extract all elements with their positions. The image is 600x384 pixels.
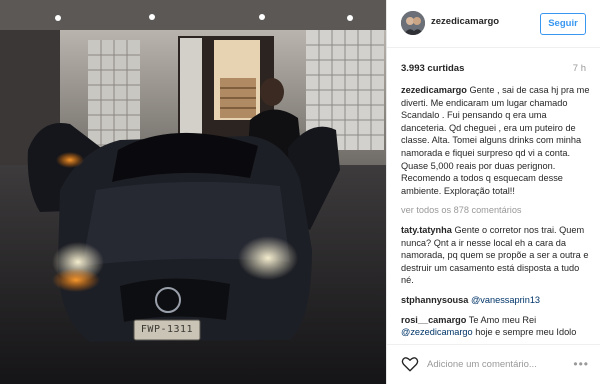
post-photo[interactable]: FWP-1311 — [0, 0, 386, 384]
heart-icon[interactable] — [401, 355, 419, 373]
comment-username[interactable]: stphannysousa — [401, 295, 468, 305]
follow-button[interactable]: Seguir — [540, 13, 586, 35]
comment-item: taty.tatynha Gente o corretor nos trai. … — [401, 224, 591, 287]
comment-username[interactable]: zezedicamargo — [401, 85, 467, 95]
comment-username[interactable]: taty.tatynha — [401, 225, 452, 235]
comment-username[interactable]: rosi__camargo — [401, 315, 466, 325]
comment-item: stphannysousa @vanessaprin13 — [401, 294, 591, 307]
comment-footer: ••• — [387, 344, 600, 384]
post-side-panel: zezedicamargo Seguir 3.993 curtidas 7 h … — [386, 0, 600, 384]
comment-input[interactable] — [427, 357, 567, 371]
avatar-image — [401, 11, 425, 35]
post-age: 7 h — [572, 63, 586, 74]
license-plate: FWP-1311 — [140, 324, 194, 335]
comment-item: rosi__camargo Te Amo meu Rei @zezedicama… — [401, 314, 591, 339]
comment-text: Gente , sai de casa hj pra me diverti. M… — [401, 85, 590, 196]
view-all-comments-link[interactable]: ver todos os 878 comentários — [401, 204, 591, 217]
likes-count[interactable]: 3.993 curtidas — [401, 63, 464, 74]
post-header: zezedicamargo Seguir — [387, 0, 600, 48]
comment-mention[interactable]: @vanessaprin13 — [471, 295, 540, 305]
more-options-icon[interactable]: ••• — [573, 357, 589, 371]
post-username[interactable]: zezedicamargo — [431, 16, 499, 27]
comment-mention[interactable]: @zezedicamargo — [401, 327, 473, 337]
avatar[interactable] — [401, 11, 425, 35]
caption: zezedicamargo Gente , sai de casa hj pra… — [401, 84, 591, 197]
comment-text: Te Amo meu Rei — [468, 314, 537, 325]
comment-list: zezedicamargo Gente , sai de casa hj pra… — [401, 84, 591, 338]
